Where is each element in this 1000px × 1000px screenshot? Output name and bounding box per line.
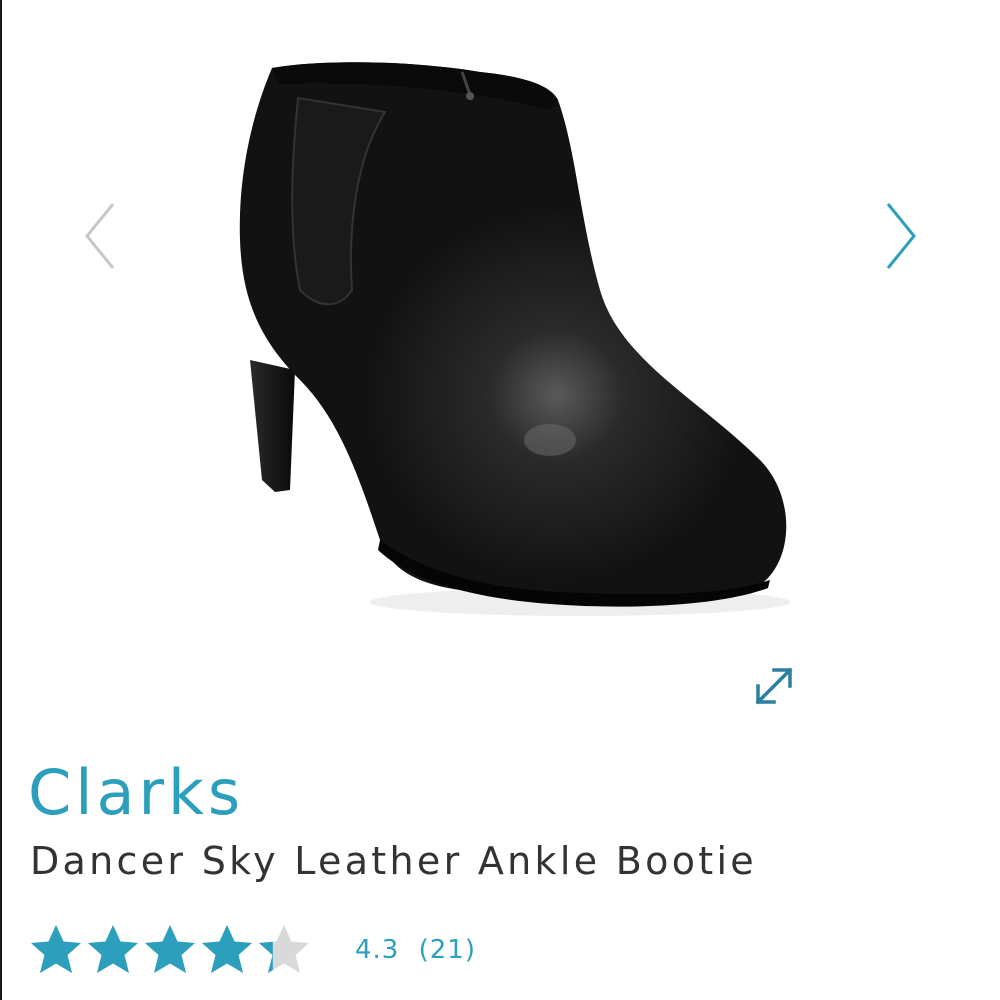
product-image[interactable]	[180, 40, 820, 680]
brand-name[interactable]: Clarks	[28, 762, 244, 824]
star-icon	[202, 925, 252, 973]
rating-value: 4.3	[355, 935, 400, 965]
star-icon	[31, 925, 81, 973]
star-icon	[259, 925, 309, 973]
star-icon	[88, 925, 138, 973]
rating-text[interactable]: 4.3 (21)	[355, 935, 486, 965]
star-icon	[145, 925, 195, 973]
expand-icon	[755, 667, 793, 705]
review-count: (21)	[418, 935, 476, 965]
expand-image-button[interactable]	[748, 660, 800, 712]
product-gallery[interactable]	[0, 0, 1000, 740]
star-rating	[28, 922, 313, 978]
chevron-left-icon	[85, 203, 115, 269]
previous-image-button[interactable]	[75, 196, 135, 276]
chevron-right-icon	[886, 203, 916, 269]
next-image-button[interactable]	[870, 196, 930, 276]
product-title: Dancer Sky Leather Ankle Bootie	[30, 839, 757, 883]
rating-summary[interactable]: 4.3 (21)	[28, 922, 486, 978]
